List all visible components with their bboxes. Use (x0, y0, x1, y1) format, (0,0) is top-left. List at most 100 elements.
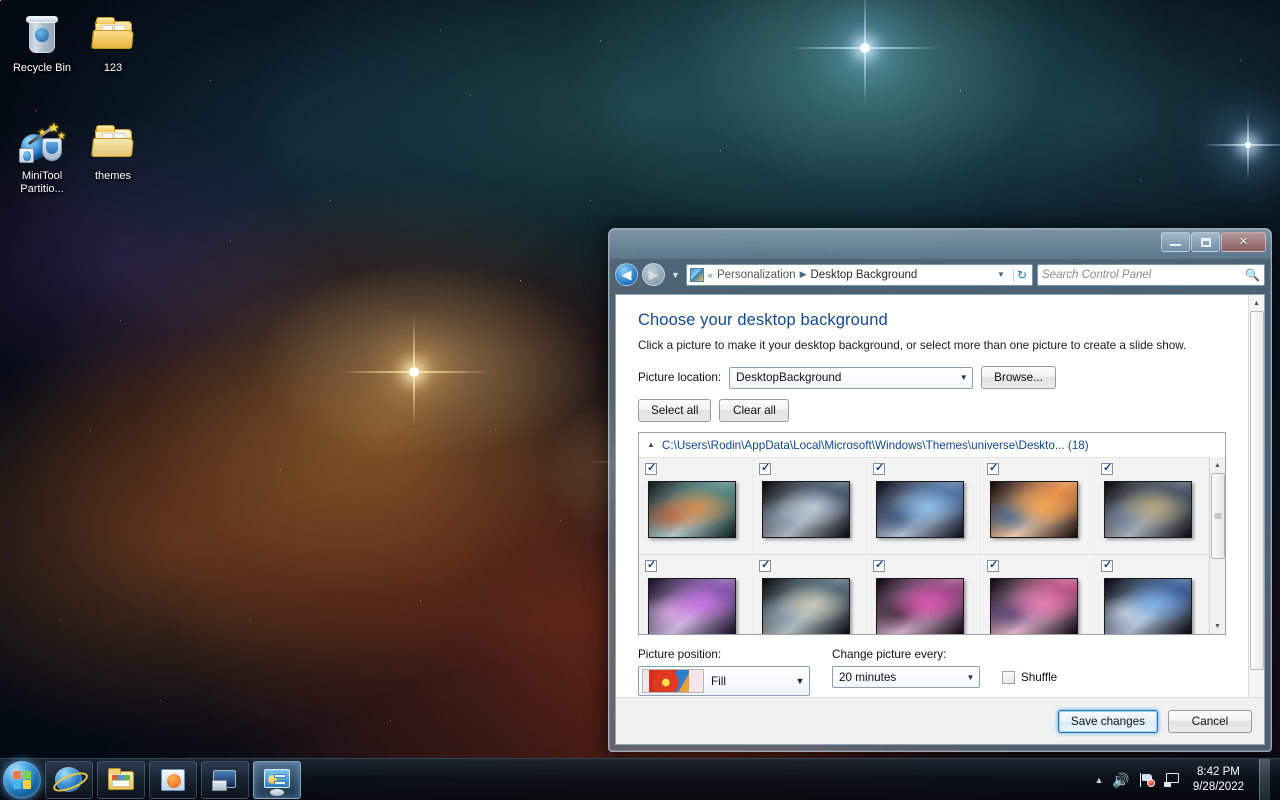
thumbnail-checkbox[interactable] (987, 558, 999, 572)
select-all-button[interactable]: Select all (638, 399, 712, 422)
close-button[interactable]: ✕ (1221, 232, 1266, 252)
taskbar-item-windows-explorer[interactable] (97, 760, 145, 799)
desktop-icon-recycle-bin[interactable]: Recycle Bin (4, 10, 80, 75)
thumbnail-cell[interactable] (981, 555, 1095, 634)
forward-button[interactable]: ▶ (642, 263, 665, 286)
thumbnail-image[interactable] (990, 481, 1078, 538)
scroll-track[interactable] (1210, 473, 1226, 618)
change-picture-field: Change picture every: 20 minutes ▼ (832, 648, 980, 688)
desktop-icon-label: MiniTool Partitio... (20, 170, 64, 195)
scroll-down-arrow-icon[interactable]: ▼ (1210, 618, 1226, 634)
personalization-icon (689, 267, 704, 282)
minimize-button[interactable] (1161, 232, 1190, 252)
thumbnail-image[interactable] (1104, 481, 1192, 538)
cancel-button[interactable]: Cancel (1168, 709, 1252, 733)
scroll-track[interactable] (1249, 311, 1265, 728)
show-hidden-icons-icon[interactable]: ▲ (1094, 775, 1103, 785)
thumbnail-checkbox[interactable] (987, 461, 999, 475)
chevron-down-icon[interactable]: ▼ (993, 270, 1009, 279)
thumbnail-checkbox[interactable] (645, 461, 657, 475)
clock-time: 8:42 PM (1197, 765, 1240, 778)
content-scrollbar[interactable]: ▲ ▼ (1248, 295, 1264, 744)
thumbnail-image[interactable] (762, 578, 850, 634)
maximize-button[interactable] (1191, 232, 1220, 252)
folder-icon (89, 118, 137, 166)
thumbnail-cell[interactable] (981, 458, 1095, 555)
address-bar[interactable]: « Personalization ▶ Desktop Background ▼… (685, 263, 1033, 286)
desktop: Recycle Bin 123 ★ ★ ★ MiniTool Partitio.… (0, 0, 1280, 800)
volume-icon[interactable]: 🔊 (1112, 773, 1129, 787)
back-button[interactable]: ◀ (615, 263, 638, 286)
breadcrumb-personalization[interactable]: Personalization (717, 269, 796, 281)
shuffle-checkbox[interactable] (1002, 671, 1015, 684)
thumbnail-cell[interactable] (639, 458, 753, 555)
breadcrumb-desktop-background[interactable]: Desktop Background (811, 269, 918, 281)
thumbnail-checkbox[interactable] (759, 558, 771, 572)
chevron-down-icon[interactable]: ▼ (791, 676, 809, 686)
save-changes-button[interactable]: Save changes (1057, 709, 1158, 733)
thumbnail-image[interactable] (648, 578, 736, 634)
picture-position-value: Fill (711, 674, 726, 688)
window-content: Choose your desktop background Click a p… (615, 294, 1265, 745)
picture-list-box: ▲ C:\Users\Rodin\AppData\Local\Microsoft… (638, 432, 1226, 635)
refresh-icon[interactable]: ↻ (1012, 267, 1030, 282)
taskbar-item-internet-explorer[interactable] (45, 760, 93, 799)
thumbnail-image[interactable] (876, 578, 964, 634)
thumbnail-cell[interactable] (1095, 458, 1209, 555)
action-bar: Save changes Cancel (616, 697, 1264, 744)
thumbnail-image[interactable] (762, 481, 850, 538)
desktop-icon-themes[interactable]: themes (75, 118, 151, 183)
desktop-icon-minitool-partition[interactable]: ★ ★ ★ MiniTool Partitio... (4, 118, 80, 196)
thumbnail-cell[interactable] (639, 555, 753, 634)
change-picture-combo[interactable]: 20 minutes ▼ (832, 666, 980, 688)
thumbnail-image[interactable] (648, 481, 736, 538)
start-button[interactable] (3, 760, 41, 799)
chevron-down-icon[interactable]: ▼ (962, 667, 979, 687)
picture-group-header[interactable]: ▲ C:\Users\Rodin\AppData\Local\Microsoft… (639, 433, 1225, 457)
show-desktop-button[interactable] (1259, 758, 1270, 800)
thumbnail-checkbox[interactable] (1101, 461, 1113, 475)
thumbnail-cell[interactable] (867, 555, 981, 634)
history-dropdown-icon[interactable]: ▼ (669, 270, 682, 280)
shuffle-label: Shuffle (1021, 671, 1058, 684)
network-icon[interactable] (1163, 772, 1180, 787)
taskbar-item-application[interactable] (201, 760, 249, 799)
thumbnail-checkbox[interactable] (1101, 558, 1113, 572)
desktop-icon-123[interactable]: 123 (75, 10, 151, 75)
thumbnail-checkbox[interactable] (759, 461, 771, 475)
thumbnail-checkbox[interactable] (873, 461, 885, 475)
chevron-down-icon[interactable]: ▼ (955, 368, 972, 388)
picture-position-combo[interactable]: Fill ▼ (638, 666, 810, 696)
thumbnail-cell[interactable] (753, 458, 867, 555)
thumbnail-image[interactable] (876, 481, 964, 538)
search-control-panel-box[interactable]: 🔍 (1037, 263, 1265, 286)
search-input[interactable] (1042, 268, 1246, 281)
taskbar-item-media-player[interactable] (149, 760, 197, 799)
breadcrumb-overflow[interactable]: « (708, 270, 713, 280)
thumbnail-scrollbar[interactable]: ▲ ▼ (1209, 457, 1225, 634)
action-center-flag-icon[interactable] (1139, 772, 1155, 787)
thumbnail-image[interactable] (990, 578, 1078, 634)
taskbar-item-personalization[interactable] (253, 760, 301, 799)
scroll-thumb[interactable] (1210, 473, 1225, 559)
thumbnail-image[interactable] (1104, 578, 1192, 634)
personalization-icon (263, 767, 291, 796)
picture-location-combo[interactable]: DesktopBackground ▼ (729, 366, 974, 389)
scroll-up-arrow-icon[interactable]: ▲ (1249, 295, 1265, 311)
clock[interactable]: 8:42 PM 9/28/2022 (1189, 765, 1250, 795)
page-subtext: Click a picture to make it your desktop … (638, 339, 1187, 352)
thumbnail-cell[interactable] (867, 458, 981, 555)
thumbnail-checkbox[interactable] (645, 558, 657, 572)
scroll-up-arrow-icon[interactable]: ▲ (1210, 457, 1226, 473)
browse-button[interactable]: Browse... (981, 366, 1056, 389)
thumbnail-cell[interactable] (753, 555, 867, 634)
search-icon[interactable]: 🔍 (1245, 268, 1260, 282)
collapse-triangle-icon[interactable]: ▲ (647, 440, 655, 449)
scroll-thumb[interactable] (1249, 311, 1264, 670)
shuffle-option[interactable]: Shuffle (1002, 671, 1057, 684)
clear-all-button[interactable]: Clear all (719, 399, 790, 422)
window-titlebar[interactable]: ✕ (609, 229, 1271, 259)
picture-location-label: Picture location: (638, 371, 722, 384)
thumbnail-checkbox[interactable] (873, 558, 885, 572)
thumbnail-cell[interactable] (1095, 555, 1209, 634)
